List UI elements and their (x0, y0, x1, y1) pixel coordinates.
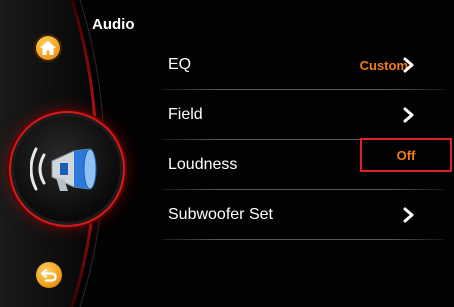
back-button[interactable] (36, 262, 62, 288)
eq-value: Custom (359, 57, 408, 73)
chevron-right-icon (402, 106, 416, 124)
chevron-right-icon (402, 206, 416, 224)
back-icon (41, 268, 57, 282)
speaker-megaphone-icon (30, 147, 97, 191)
home-icon (40, 41, 56, 55)
menu-item-field[interactable]: Field (162, 90, 454, 140)
menu-item-label: Loudness (168, 156, 238, 173)
menu-item-label: EQ (168, 56, 192, 73)
chevron-right-icon (402, 56, 416, 74)
audio-source-badge (14, 116, 120, 222)
audio-settings-screen: Audio EQ Custom Field Loudness Subwoofer… (0, 0, 454, 307)
menu-item-eq[interactable]: EQ Custom (162, 40, 454, 90)
divider (162, 239, 444, 240)
menu-item-label: Field (168, 106, 203, 123)
menu-item-subwoofer-set[interactable]: Subwoofer Set (162, 190, 454, 240)
loudness-value: Off (396, 147, 416, 163)
page-title: Audio (92, 16, 135, 33)
loudness-toggle[interactable]: Off (360, 138, 452, 172)
audio-menu: EQ Custom Field Loudness Subwoofer Set O… (162, 40, 454, 240)
menu-item-label: Subwoofer Set (168, 206, 273, 223)
home-button[interactable] (34, 34, 62, 62)
